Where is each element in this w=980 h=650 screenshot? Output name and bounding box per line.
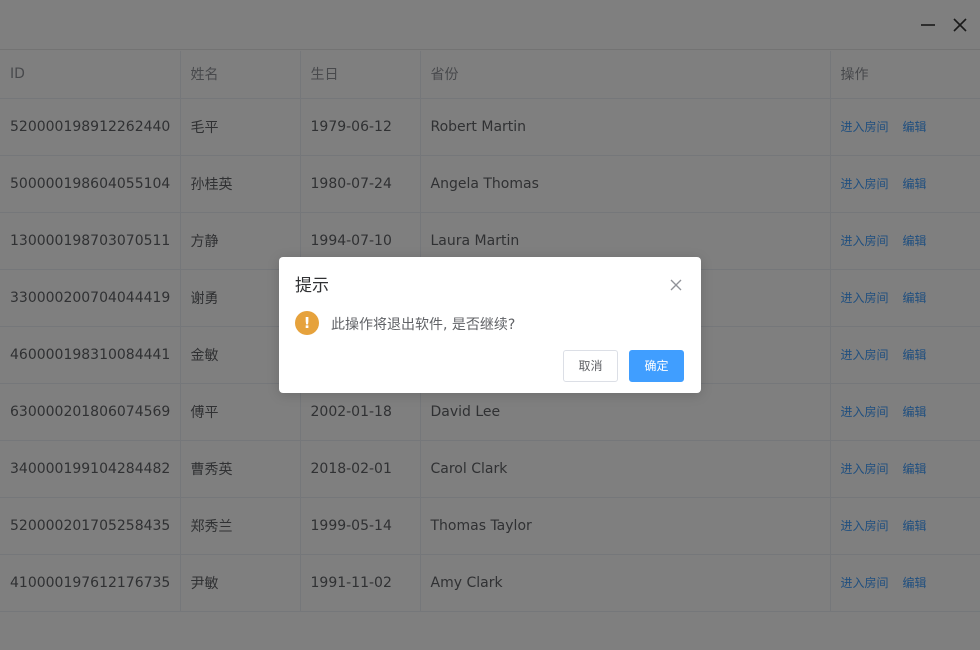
exclamation-icon: ! bbox=[295, 311, 319, 335]
dialog-message: 此操作将退出软件, 是否继续? bbox=[331, 317, 516, 333]
confirm-button[interactable]: 确定 bbox=[629, 350, 684, 382]
confirm-dialog: 提示 ! 此操作将退出软件, 是否继续? 取消 确定 bbox=[279, 257, 701, 393]
cancel-button[interactable]: 取消 bbox=[563, 350, 618, 382]
dialog-title: 提示 bbox=[295, 276, 329, 296]
close-icon[interactable] bbox=[669, 278, 683, 292]
